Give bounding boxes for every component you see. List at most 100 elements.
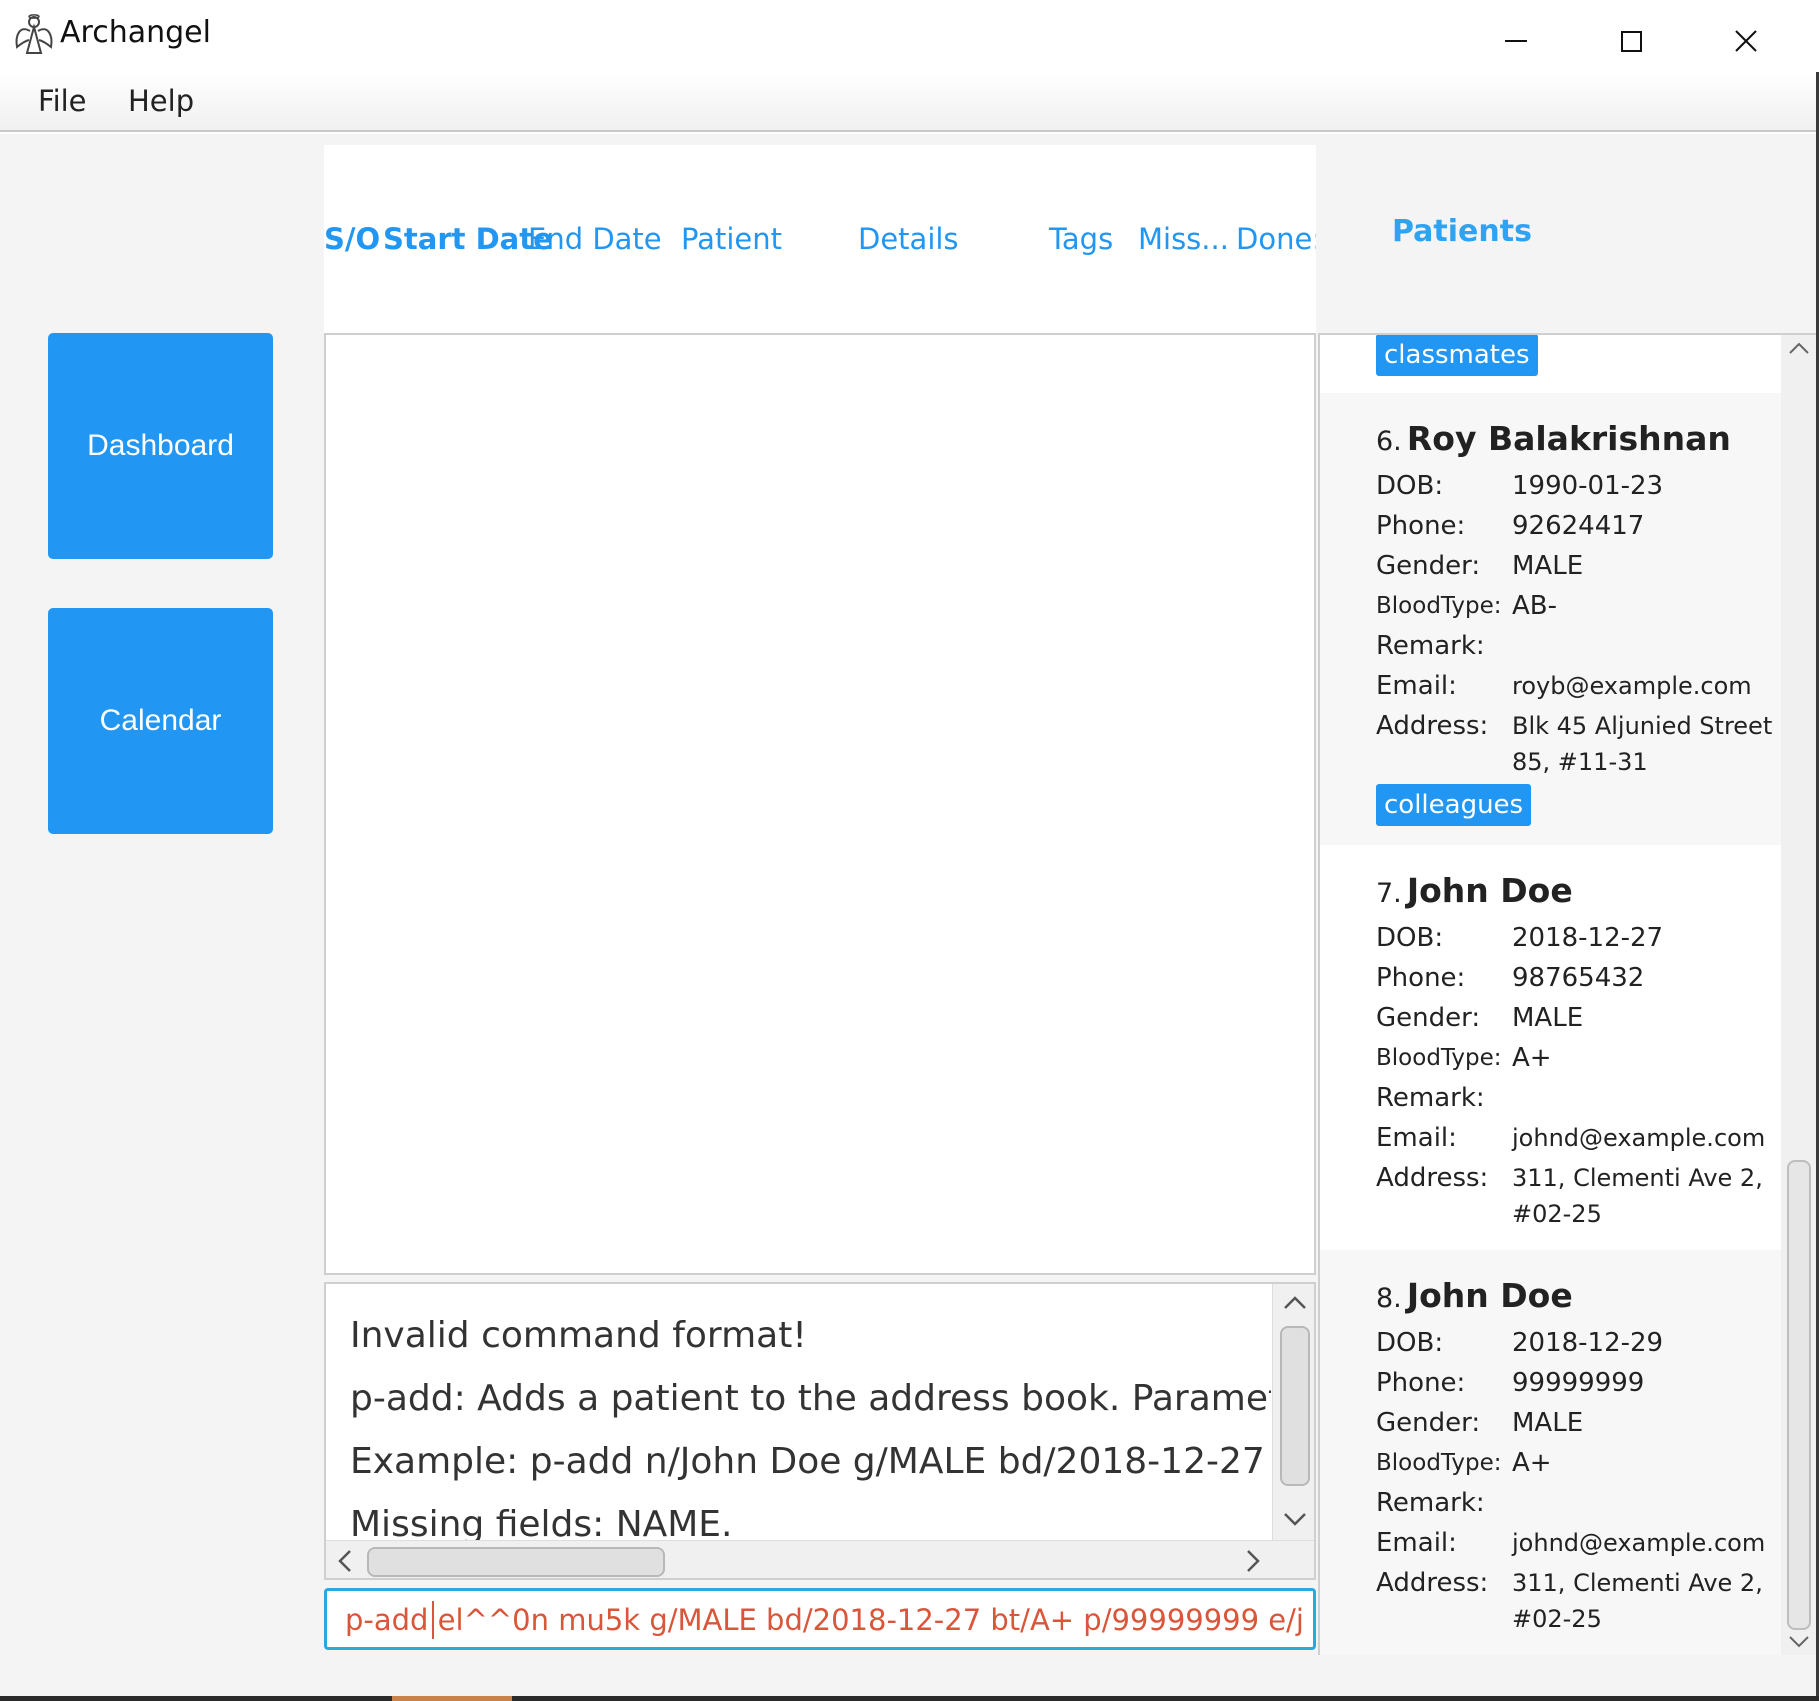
dob-label: DOB: [1376, 1328, 1444, 1358]
email-value: royb@example.com [1512, 672, 1752, 700]
command-input[interactable]: p-add el^^0n mu5k g/MALE bd/2018-12-27 b… [324, 1588, 1316, 1650]
patients-header [1316, 145, 1816, 333]
address-label: Address: [1376, 711, 1489, 741]
tag-badge: colleagues [1376, 784, 1532, 826]
window-title: Archangel [60, 15, 211, 50]
close-icon [1735, 30, 1757, 52]
email-value: johnd@example.com [1512, 1529, 1766, 1557]
gender-label: Gender: [1376, 551, 1481, 581]
phone-label: Phone: [1376, 963, 1466, 993]
menu-help[interactable]: Help [128, 84, 194, 118]
menu-bar: File Help [0, 72, 1819, 132]
result-display[interactable]: Invalid command format! p-add: Adds a pa… [324, 1282, 1316, 1580]
gender-value: MALE [1512, 1003, 1584, 1033]
gender-label: Gender: [1376, 1003, 1481, 1033]
phone-label: Phone: [1376, 1368, 1466, 1398]
angel-icon [15, 14, 53, 54]
result-text: Invalid command format! p-add: Adds a pa… [350, 1304, 1271, 1540]
patient-card[interactable]: 8. John Doe DOB: 2018-12-29 Phone: 99999… [1320, 1250, 1783, 1655]
patient-list-scroll-thumb[interactable] [1787, 1160, 1811, 1630]
taskbar-edge [0, 1696, 1819, 1701]
email-label: Email: [1376, 671, 1457, 701]
gender-value: MALE [1512, 1408, 1584, 1438]
close-button[interactable] [1700, 6, 1810, 64]
phone-label: Phone: [1376, 511, 1466, 541]
minimize-button[interactable] [1470, 6, 1580, 64]
header-missed[interactable]: Miss... [1138, 222, 1229, 256]
header-so[interactable]: S/O [324, 222, 380, 256]
gender-label: Gender: [1376, 1408, 1481, 1438]
header-tags[interactable]: Tags [1049, 222, 1113, 256]
patient-list[interactable]: classmates 6. Roy Balakrishnan DOB: 1990… [1318, 333, 1816, 1655]
chevron-down-icon[interactable] [1788, 1635, 1810, 1649]
minimize-icon [1505, 40, 1527, 42]
bloodtype-value: A+ [1512, 1043, 1552, 1073]
address-value: 311, Clementi Ave 2, [1512, 1569, 1763, 1597]
result-line: Invalid command format! [350, 1315, 807, 1356]
gender-value: MALE [1512, 551, 1584, 581]
address-value: #02-25 [1512, 1605, 1602, 1633]
title-bar: Archangel [0, 0, 1819, 72]
address-value: #02-25 [1512, 1200, 1602, 1228]
chevron-right-icon[interactable] [1246, 1549, 1262, 1573]
dashboard-button[interactable]: Dashboard [48, 333, 273, 559]
patient-list-scrollbar[interactable] [1781, 335, 1816, 1655]
menu-file[interactable]: File [38, 84, 87, 118]
address-label: Address: [1376, 1163, 1489, 1193]
tag-badge: classmates [1376, 335, 1538, 376]
maximize-icon [1621, 31, 1642, 52]
dob-value: 2018-12-29 [1512, 1328, 1664, 1358]
result-horizontal-scrollbar[interactable] [326, 1540, 1314, 1578]
result-text-area: Invalid command format! p-add: Adds a pa… [326, 1284, 1271, 1540]
result-vertical-scrollbar[interactable] [1272, 1284, 1314, 1540]
maximize-button[interactable] [1586, 6, 1696, 64]
calendar-button[interactable]: Calendar [48, 608, 273, 834]
patients-title: Patients [1392, 214, 1532, 249]
result-line: Missing fields: NAME. [350, 1504, 733, 1540]
dob-label: DOB: [1376, 923, 1444, 953]
command-text[interactable]: p-add el^^0n mu5k g/MALE bd/2018-12-27 b… [345, 1603, 1305, 1637]
email-value: johnd@example.com [1512, 1124, 1766, 1152]
address-value: 311, Clementi Ave 2, [1512, 1164, 1763, 1192]
header-details[interactable]: Details [858, 222, 959, 256]
patient-name: 8. John Doe [1376, 1276, 1573, 1315]
remark-label: Remark: [1376, 1083, 1485, 1113]
patient-card[interactable]: 7. John Doe DOB: 2018-12-27 Phone: 98765… [1320, 845, 1783, 1250]
chevron-up-icon[interactable] [1283, 1294, 1307, 1310]
result-line: p-add: Adds a patient to the address boo… [350, 1378, 1271, 1419]
email-label: Email: [1376, 1528, 1457, 1558]
text-caret [432, 1601, 434, 1639]
patient-name: 7. John Doe [1376, 871, 1573, 910]
bloodtype-label: BloodType: [1376, 1450, 1502, 1476]
bloodtype-value: A+ [1512, 1448, 1552, 1478]
remark-label: Remark: [1376, 1488, 1485, 1518]
patient-card[interactable]: 6. Roy Balakrishnan DOB: 1990-01-23 Phon… [1320, 393, 1783, 845]
result-horizontal-thumb[interactable] [367, 1547, 665, 1577]
phone-value: 92624417 [1512, 511, 1645, 541]
bloodtype-label: BloodType: [1376, 1045, 1502, 1071]
address-label: Address: [1376, 1568, 1489, 1598]
header-done[interactable]: Done: [1236, 222, 1322, 256]
patient-name: 6. Roy Balakrishnan [1376, 419, 1731, 458]
chevron-left-icon[interactable] [336, 1549, 352, 1573]
dob-label: DOB: [1376, 471, 1444, 501]
header-end-date[interactable]: End Date [528, 222, 662, 256]
header-patient[interactable]: Patient [681, 222, 782, 256]
address-value: Blk 45 Aljunied Street [1512, 712, 1773, 740]
address-value: 85, #11-31 [1512, 748, 1648, 776]
chevron-up-icon[interactable] [1788, 341, 1810, 355]
result-vertical-thumb[interactable] [1280, 1326, 1310, 1486]
patient-card[interactable]: classmates [1320, 335, 1783, 393]
chevron-down-icon[interactable] [1283, 1512, 1307, 1528]
phone-value: 98765432 [1512, 963, 1645, 993]
dob-value: 2018-12-27 [1512, 923, 1664, 953]
content-panel[interactable] [324, 333, 1316, 1275]
email-label: Email: [1376, 1123, 1457, 1153]
bloodtype-label: BloodType: [1376, 593, 1502, 619]
result-line: Example: p-add n/John Doe g/MALE bd/2018… [350, 1441, 1265, 1482]
dob-value: 1990-01-23 [1512, 471, 1664, 501]
bloodtype-value: AB- [1512, 591, 1558, 621]
taskbar-accent [392, 1696, 512, 1701]
phone-value: 99999999 [1512, 1368, 1645, 1398]
remark-label: Remark: [1376, 631, 1485, 661]
